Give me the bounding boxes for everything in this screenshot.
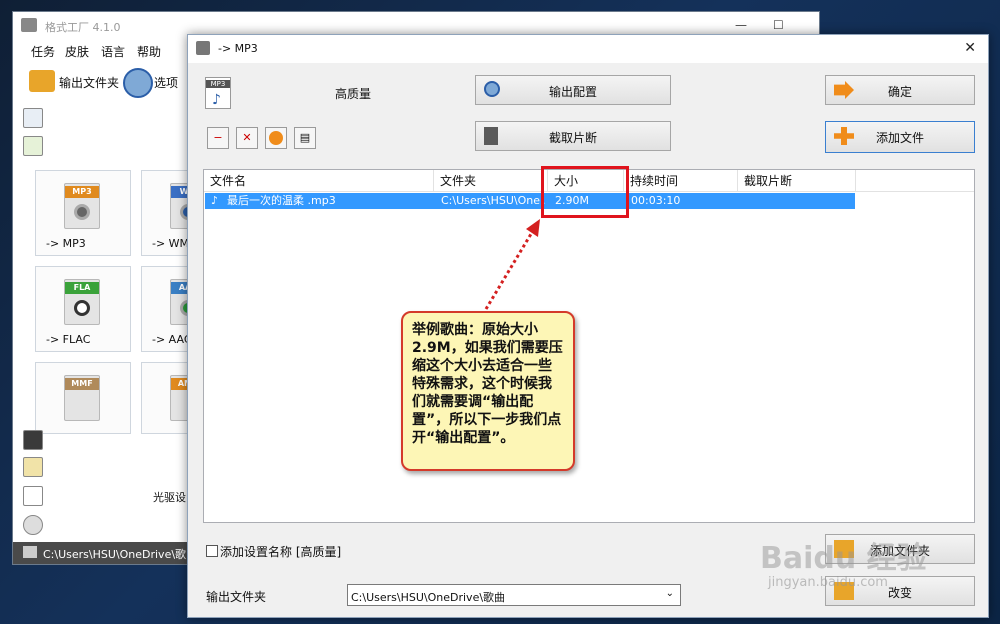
mp3-icon: MP3	[64, 183, 100, 229]
tile-mmf[interactable]: MMF	[35, 362, 131, 434]
output-folder-select[interactable]: C:\Users\HSU\OneDrive\歌曲 ⌄	[347, 584, 681, 606]
tile-mp3[interactable]: MP3 -> MP3	[35, 170, 131, 256]
add-setting-row: 添加设置名称 [高质量]	[206, 543, 341, 560]
watermark-brand: Baidu 经验	[760, 541, 927, 576]
tools-icon[interactable]	[23, 515, 43, 535]
info-icon[interactable]: ▤	[294, 127, 316, 149]
options-button[interactable]: 选项	[154, 74, 178, 91]
flac-icon: FLA	[64, 279, 100, 325]
column-filename[interactable]: 文件名	[204, 170, 434, 192]
menu-help[interactable]: 帮助	[137, 43, 161, 60]
dialog-title: -> MP3	[218, 42, 258, 55]
folder-icon	[23, 546, 37, 558]
annotation-callout: 举例歌曲：原始大小2.9M，如果我们需要压缩这个大小去适合一些特殊需求，这个时候…	[401, 311, 575, 471]
status-path: C:\Users\HSU\OneDrive\歌曲	[43, 548, 198, 561]
add-setting-checkbox[interactable]	[206, 545, 218, 557]
folder-icon[interactable]	[29, 70, 55, 92]
maximize-icon[interactable]: ☐	[773, 18, 784, 32]
ok-button[interactable]: 确定	[825, 75, 975, 105]
column-clip[interactable]: 截取片断	[738, 170, 856, 192]
app-icon	[21, 18, 37, 32]
tile-label: -> FLAC	[46, 333, 91, 346]
audio-icon[interactable]	[23, 136, 43, 156]
options-gear-icon[interactable]	[123, 68, 153, 98]
add-setting-value: [高质量]	[295, 545, 342, 559]
add-setting-label: 添加设置名称	[220, 545, 293, 559]
menu-language[interactable]: 语言	[101, 43, 125, 60]
clear-icon[interactable]: ✕	[236, 127, 258, 149]
cell-clip	[745, 193, 849, 209]
tile-flac[interactable]: FLA -> FLAC	[35, 266, 131, 352]
picture-icon[interactable]	[23, 430, 43, 450]
table-row[interactable]: ♪ 最后一次的温柔 .mp3 C:\Users\HSU\One... 2.90M…	[205, 193, 855, 209]
output-folder-label: 输出文件夹	[206, 590, 267, 604]
output-folder-button[interactable]: 输出文件夹	[59, 74, 119, 91]
quality-label: 高质量	[335, 87, 372, 101]
tile-label: -> AAC	[152, 333, 192, 346]
column-duration[interactable]: 持续时间	[624, 170, 738, 192]
pointer-arrow-icon	[484, 219, 540, 310]
menu-skin[interactable]: 皮肤	[65, 43, 89, 60]
tile-label: -> MP3	[46, 237, 86, 250]
mp3-file-icon: MP3 ♪	[205, 77, 231, 109]
main-title: 格式工厂 4.1.0	[45, 21, 121, 34]
audio-file-icon: ♪	[211, 194, 219, 207]
output-config-button[interactable]: 输出配置	[475, 75, 671, 105]
baidu-watermark: Baidu 经验 jingyan.baidu.com	[760, 515, 960, 615]
output-folder-value: C:\Users\HSU\OneDrive\歌曲	[351, 591, 506, 604]
cell-folder: C:\Users\HSU\One...	[441, 194, 545, 207]
cell-filename: 最后一次的温柔 .mp3	[227, 194, 336, 207]
add-file-button[interactable]: 添加文件	[825, 121, 975, 153]
tile-label: -> WM	[152, 237, 190, 250]
column-folder[interactable]: 文件夹	[434, 170, 548, 192]
chevron-down-icon: ⌄	[665, 588, 674, 599]
drive-icon[interactable]	[23, 486, 43, 506]
cell-duration: 00:03:10	[631, 194, 681, 207]
minimize-icon[interactable]: —	[735, 18, 747, 32]
document-icon[interactable]	[23, 457, 43, 477]
clip-button[interactable]: 截取片断	[475, 121, 671, 151]
watermark-url: jingyan.baidu.com	[768, 575, 888, 590]
play-icon[interactable]	[265, 127, 287, 149]
app-icon	[196, 41, 210, 55]
dialog-title-bar: -> MP3 ✕	[188, 35, 988, 63]
file-list[interactable]: 文件名 文件夹 大小 持续时间 截取片断 ♪ 最后一次的温柔 .mp3 C:\U…	[203, 169, 975, 523]
menu-task[interactable]: 任务	[31, 43, 55, 60]
video-icon[interactable]	[23, 108, 43, 128]
mmf-icon: MMF	[64, 375, 100, 421]
size-highlight-box	[541, 166, 629, 218]
close-icon[interactable]: ✕	[964, 40, 976, 56]
remove-icon[interactable]: −	[207, 127, 229, 149]
optical-drive-label: 光驱设	[153, 491, 186, 504]
